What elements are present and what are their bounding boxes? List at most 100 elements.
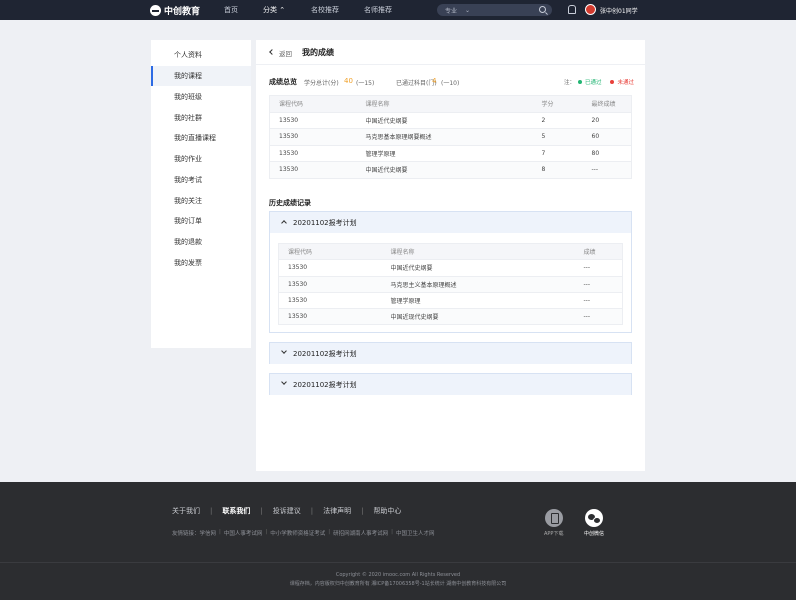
- col-course-name: 课程名称: [381, 243, 575, 261]
- col-course-code: 课程代码: [269, 95, 357, 113]
- page-title: 我的成绩: [302, 48, 334, 57]
- cell-credit: 2: [532, 112, 583, 129]
- nav-teacher-recommend[interactable]: 名师推荐: [364, 5, 392, 15]
- divider: |: [219, 529, 221, 535]
- footer-link-feedback[interactable]: 投诉建议: [273, 506, 301, 516]
- footer-link-contact[interactable]: 联系我们: [222, 506, 250, 516]
- friend-link[interactable]: 中国人事考试网: [224, 529, 263, 537]
- legend-pass: 已通过: [584, 80, 602, 86]
- score-overview-table: 课程代码 课程名称 学分 最终成绩 13530 中国近代史纲要 2 20 135…: [269, 95, 632, 179]
- col-credit: 学分: [532, 95, 583, 113]
- cell-course-code: 13530: [269, 112, 357, 129]
- username[interactable]: 张中创01同学: [600, 6, 638, 15]
- app-download-icon[interactable]: [545, 509, 563, 527]
- footer-link-help[interactable]: 帮助中心: [373, 506, 401, 516]
- avatar[interactable]: [585, 4, 596, 15]
- plan-title: 20201102报考计划: [293, 219, 357, 227]
- cell-course-name: 中国近代史纲要: [381, 259, 575, 277]
- passed-subjects-delta: (一10): [441, 80, 460, 87]
- history-title: 历史成绩记录: [269, 199, 311, 207]
- sidebar-item-my-exam[interactable]: 我的考试: [151, 170, 251, 190]
- sidebar-item-my-homework[interactable]: 我的作业: [151, 149, 251, 169]
- plan-title: 20201102报考计划: [293, 381, 357, 389]
- footer-link-legal[interactable]: 法律声明: [323, 506, 351, 516]
- history-plan-collapsed[interactable]: 20201102报考计划: [269, 373, 632, 395]
- cell-course-code: 13530: [278, 292, 382, 310]
- legend-fail: 未通过: [617, 80, 634, 86]
- nav-category[interactable]: 分类 ⌃: [263, 5, 285, 15]
- sidebar-item-profile[interactable]: 个人资料: [151, 45, 251, 65]
- cell-credit: 5: [532, 128, 583, 146]
- sidebar-item-my-class[interactable]: 我的班级: [151, 87, 251, 107]
- accordion-header[interactable]: 20201102报考计划: [270, 343, 631, 364]
- accordion-header[interactable]: 20201102报考计划: [270, 212, 631, 233]
- cell-course-code: 13530: [269, 145, 357, 162]
- table-header-row: 课程代码 课程名称 成绩: [278, 243, 623, 261]
- footer-link-about[interactable]: 关于我们: [172, 506, 200, 516]
- sidebar-item-my-live[interactable]: 我的直播课程: [151, 128, 251, 148]
- table-row: 13530 中国近代史纲要 2 20: [269, 112, 632, 129]
- divider: |: [265, 529, 268, 535]
- table-row: 13530 管理学原理 ---: [278, 292, 623, 310]
- divider: |: [310, 507, 314, 515]
- cell-score: ---: [574, 259, 623, 277]
- sidebar-item-my-follow[interactable]: 我的关注: [151, 191, 251, 211]
- cell-course-name: 管理学原理: [356, 145, 533, 162]
- back-arrow-icon[interactable]: [269, 49, 275, 55]
- brand-logo[interactable]: 中创教育: [150, 4, 200, 17]
- table-row: 13530 管理学原理 7 80: [269, 145, 632, 162]
- page-header: 返回 我的成绩: [256, 40, 645, 65]
- copyright: Copyright © 2020 imooc.com All Rights Re…: [335, 572, 461, 578]
- wechat-icon[interactable]: [585, 509, 603, 527]
- history-plan-collapsed[interactable]: 20201102报考计划: [269, 342, 632, 364]
- summary-title: 成绩总览: [269, 78, 297, 86]
- table-header-row: 课程代码 课程名称 学分 最终成绩: [269, 95, 632, 113]
- col-final-score: 最终成绩: [582, 95, 632, 113]
- table-row: 13530 中国近现代史纲要 ---: [278, 308, 623, 326]
- icp-info: 课程存档，内容版权归中创教育所有 湘ICP备17006358号-1站长统计 湖南…: [289, 581, 507, 587]
- search-icon[interactable]: [539, 6, 546, 13]
- chevron-down-icon: [281, 379, 287, 385]
- credit-total-label: 学分总计(分): [304, 80, 339, 87]
- friend-link[interactable]: 研招网湖南人事考试网: [333, 529, 388, 537]
- passed-subjects-label: 已通过科目(门): [396, 80, 437, 87]
- footer-links: 关于我们 | 联系我们 | 投诉建议 | 法律声明 | 帮助中心: [172, 506, 401, 516]
- wechat-label: 中创微信: [584, 531, 605, 537]
- search-bar[interactable]: 专业 ⌄: [437, 4, 552, 16]
- cell-course-name: 中国近现代史纲要: [381, 308, 575, 326]
- nav-home[interactable]: 首页: [224, 5, 238, 15]
- cell-course-name: 马克思基本原理纲要概述: [356, 128, 533, 146]
- cell-course-code: 13530: [278, 259, 382, 277]
- brand-logo-icon: [150, 5, 161, 16]
- cell-final-score: 20: [582, 112, 632, 129]
- chevron-up-icon: [281, 220, 287, 226]
- sidebar-item-my-orders[interactable]: 我的订单: [151, 211, 251, 231]
- nav-school-recommend[interactable]: 名校推荐: [311, 5, 339, 15]
- divider: |: [391, 529, 394, 535]
- divider: |: [260, 507, 263, 515]
- friend-link[interactable]: 中国卫生人才网: [396, 529, 435, 537]
- search-scope-select[interactable]: 专业: [445, 6, 457, 15]
- sidebar-item-my-invoices[interactable]: 我的发票: [151, 253, 251, 273]
- cell-credit: 8: [532, 161, 583, 179]
- plan-title: 20201102报考计划: [293, 350, 357, 358]
- cell-final-score: 80: [582, 145, 632, 162]
- top-nav: 中创教育 首页 分类 ⌃ 名校推荐 名师推荐 专业 ⌄ 张中创01同学: [0, 0, 796, 20]
- cell-score: ---: [574, 292, 623, 310]
- col-course-code: 课程代码: [278, 243, 382, 261]
- bell-icon[interactable]: [567, 5, 576, 14]
- friend-link[interactable]: 学信网: [200, 529, 217, 537]
- score-summary: 成绩总览 学分总计(分) 40 (一15) 已通过科目(门) 4 (一10) 注…: [269, 77, 634, 89]
- cell-score: ---: [574, 276, 623, 293]
- cell-course-code: 13530: [269, 128, 357, 146]
- back-button[interactable]: 返回: [279, 48, 292, 58]
- friend-link[interactable]: 中小学教师资格证考试: [270, 529, 325, 537]
- table-row: 13530 中国近代史纲要 8 ---: [269, 161, 632, 179]
- cell-credit: 7: [532, 145, 583, 162]
- sidebar-item-my-refunds[interactable]: 我的退款: [151, 232, 251, 252]
- col-course-name: 课程名称: [356, 95, 533, 113]
- sidebar-item-my-community[interactable]: 我的社群: [151, 108, 251, 128]
- accordion-header[interactable]: 20201102报考计划: [270, 374, 631, 395]
- sidebar-item-my-courses[interactable]: 我的课程: [151, 66, 251, 86]
- sidebar: 个人资料 我的课程 我的班级 我的社群 我的直播课程 我的作业 我的考试 我的关…: [151, 40, 251, 348]
